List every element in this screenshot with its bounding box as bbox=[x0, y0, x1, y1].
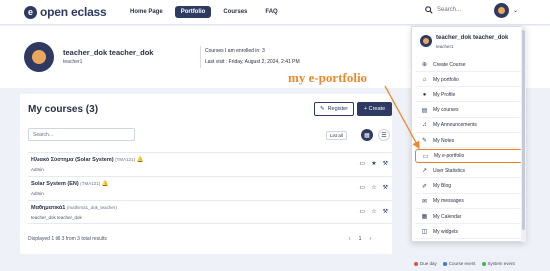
annotation-arrow bbox=[384, 85, 420, 150]
legend-system-event: System event bbox=[481, 261, 515, 266]
calendar-legend: Due day Course event System event bbox=[414, 261, 515, 266]
legend-course-event: Course event bbox=[442, 261, 476, 266]
legend-due-day: Due day bbox=[414, 261, 437, 266]
